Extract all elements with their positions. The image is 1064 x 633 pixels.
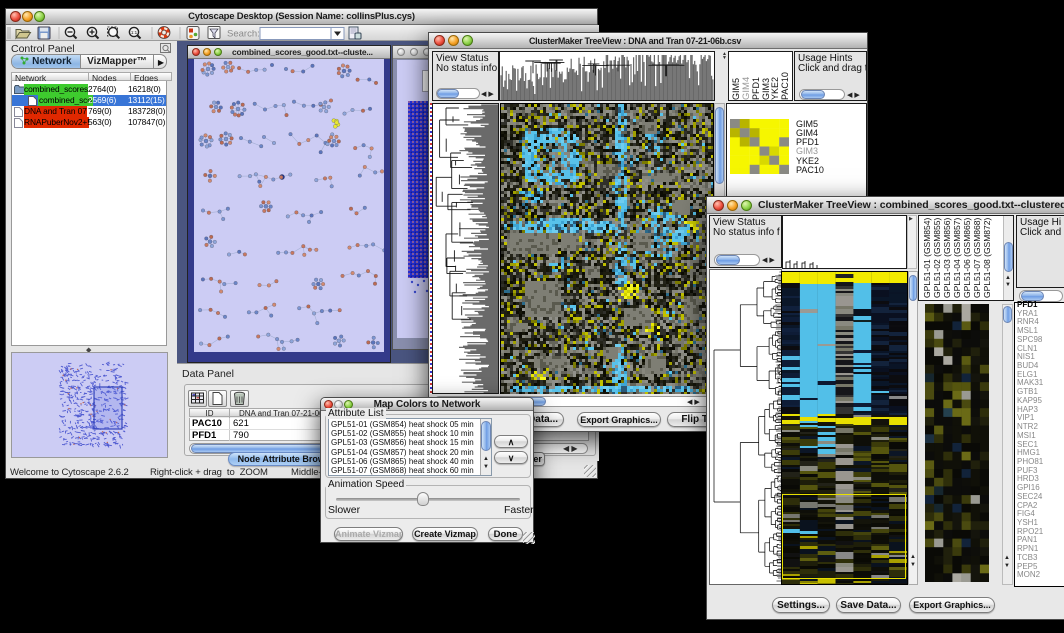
- svg-text:1:1: 1:1: [131, 30, 138, 35]
- svg-text:Search:: Search:: [227, 29, 260, 40]
